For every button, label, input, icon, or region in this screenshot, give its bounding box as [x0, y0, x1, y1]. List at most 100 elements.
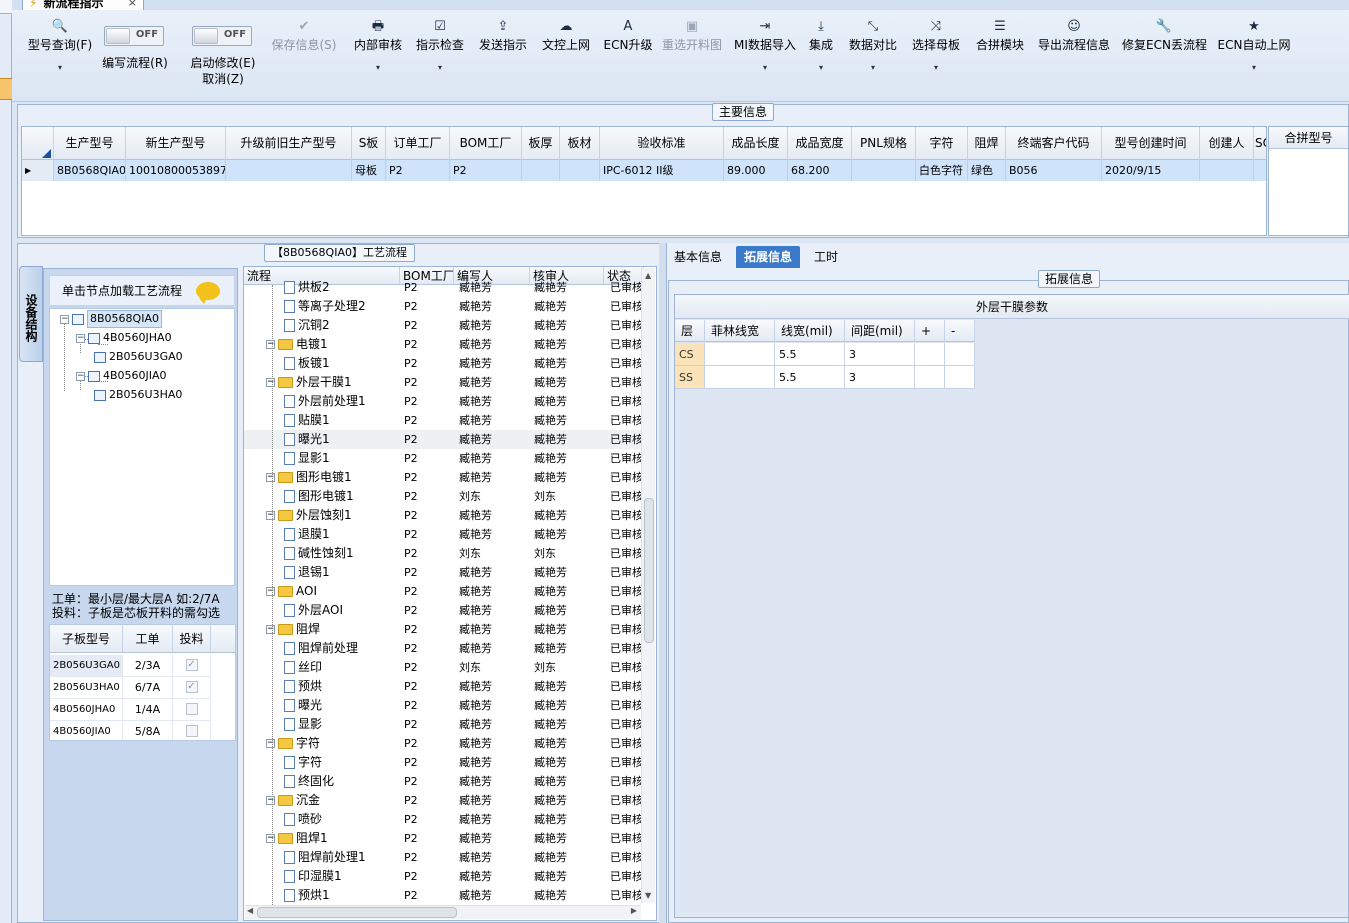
flow-row[interactable]: 阻焊前处理1 P2 臧艳芳 臧艳芳 已审核 [244, 848, 644, 867]
main-cell[interactable]: 8B0568QIA0 [54, 160, 126, 181]
tree-node[interactable]: − 4B0560JHA0 [76, 330, 172, 346]
flow-row[interactable]: − 图形电镀1 P2 臧艳芳 臧艳芳 已审核 [244, 468, 644, 487]
sub-feed-cell[interactable]: ✓ [173, 655, 211, 677]
toolbar-button-save[interactable]: ✔ 保存信息(S) [268, 20, 340, 98]
dry-film-column-header[interactable]: 层 [675, 320, 705, 342]
flow-name-cell[interactable]: 外层前处理1 [284, 392, 400, 411]
sub-column-header[interactable]: 子板型号 [50, 625, 123, 653]
sub-order-cell[interactable]: 6/7A [123, 677, 173, 699]
feed-checkbox[interactable]: ✓ [185, 681, 198, 693]
dry-film-film-cell[interactable] [705, 343, 775, 366]
main-cell[interactable] [1200, 160, 1254, 181]
flow-row[interactable]: 曝光1 P2 臧艳芳 臧艳芳 已审核 [244, 430, 644, 449]
toolbar-button-export[interactable]: ☺ 导出流程信息 [1034, 20, 1114, 98]
toolbar-button-query[interactable]: 🔍 型号查询(F) ▾ [24, 20, 96, 98]
flow-row[interactable]: 外层前处理1 P2 臧艳芳 臧艳芳 已审核 [244, 392, 644, 411]
flow-row[interactable]: − 电镀1 P2 臧艳芳 臧艳芳 已审核 [244, 335, 644, 354]
column-header[interactable]: 成品宽度 [788, 127, 852, 160]
chevron-down-icon[interactable]: ▾ [808, 63, 834, 72]
chevron-down-icon[interactable]: ▾ [1216, 63, 1292, 72]
column-header[interactable]: 字符 [916, 127, 968, 160]
flow-name-cell[interactable]: 字符 [284, 753, 400, 772]
main-cell[interactable] [852, 160, 916, 181]
toolbar-button-compare[interactable]: ⤡ 数据对比 ▾ [846, 20, 900, 98]
close-icon[interactable]: × [128, 0, 137, 9]
column-header[interactable]: 升级前旧生产型号 [226, 127, 352, 160]
flow-name-cell[interactable]: 预烘1 [284, 886, 400, 905]
tree-node[interactable]: − 4B0560JIA0 [76, 368, 167, 384]
structure-vertical-tab[interactable]: 设备结构 [19, 266, 43, 362]
flow-row[interactable]: − 阻焊1 P2 臧艳芳 臧艳芳 已审核 [244, 829, 644, 848]
left-strip-marker[interactable] [0, 78, 12, 100]
feed-checkbox[interactable] [185, 703, 198, 715]
main-cell[interactable]: 68.200 [788, 160, 852, 181]
flow-name-cell[interactable]: 终固化 [284, 772, 400, 791]
flow-name-cell[interactable]: 喷砂 [284, 810, 400, 829]
flow-row[interactable]: 预烘1 P2 臧艳芳 臧艳芳 已审核 [244, 886, 644, 905]
flow-name-cell[interactable]: 等离子处理2 [284, 297, 400, 316]
flow-row[interactable]: 退膜1 P2 臧艳芳 臧艳芳 已审核 [244, 525, 644, 544]
flow-row[interactable]: − 沉金 P2 臧艳芳 臧艳芳 已审核 [244, 791, 644, 810]
sub-model-cell[interactable]: 4B0560JIA0 [50, 721, 123, 740]
column-header[interactable]: 成品长度 [724, 127, 788, 160]
column-header[interactable]: 板材 [560, 127, 600, 160]
toggle-modify[interactable]: OFF [192, 26, 252, 46]
toolbar-button-send[interactable]: ⇪ 发送指示 [474, 20, 532, 98]
dry-film-remove-cell[interactable] [945, 343, 975, 366]
toolbar-button-mother[interactable]: ⤨ 选择母板 ▾ [908, 20, 964, 98]
collapse-icon[interactable]: − [266, 473, 275, 482]
sub-column-header[interactable]: 投料 [173, 625, 211, 653]
column-header[interactable]: 终端客户代码 [1006, 127, 1102, 160]
flow-name-cell[interactable]: − 外层蚀刻1 [266, 506, 400, 525]
flow-row[interactable]: 等离子处理2 P2 臧艳芳 臧艳芳 已审核 [244, 297, 644, 316]
right-tab-2[interactable]: 工时 [806, 246, 846, 268]
left-strip-button[interactable] [0, 0, 12, 14]
column-header[interactable]: S板 [352, 127, 386, 160]
toolbar-button-cutmap[interactable]: ▣ 重选开料图 [660, 20, 724, 98]
collapse-icon[interactable]: − [60, 314, 69, 324]
flow-name-cell[interactable]: 图形电镀1 [284, 487, 400, 506]
cancel-label[interactable]: 取消(Z) [184, 70, 262, 87]
sub-feed-cell[interactable] [173, 699, 211, 721]
scroll-thumb[interactable] [644, 498, 654, 643]
main-cell[interactable]: 10010800053897 [126, 160, 226, 181]
flow-row[interactable]: − AOI P2 臧艳芳 臧艳芳 已审核 [244, 582, 644, 601]
flow-name-cell[interactable]: 曝光1 [284, 430, 400, 449]
toolbar-button-merge[interactable]: ☰ 合拼模块 [972, 20, 1028, 98]
flow-name-cell[interactable]: − 沉金 [266, 791, 400, 810]
sub-model-cell[interactable]: 2B056U3HA0 [50, 677, 123, 699]
sub-order-cell[interactable]: 5/8A [123, 721, 173, 740]
dry-film-remove-cell[interactable] [945, 366, 975, 389]
column-header[interactable]: 生产型号 [54, 127, 126, 160]
sub-model-cell[interactable]: 4B0560JHA0 [50, 699, 123, 721]
tree-node[interactable]: 2B056U3GA0 [94, 349, 183, 365]
dry-film-spacing-cell[interactable]: 3 [845, 343, 915, 366]
collapse-icon[interactable]: − [266, 378, 275, 387]
flow-name-cell[interactable]: − 阻焊1 [266, 829, 400, 848]
scroll-right-icon[interactable]: ▶ [631, 906, 637, 915]
scroll-down-icon[interactable]: ▼ [645, 891, 651, 900]
column-header[interactable]: 板厚 [522, 127, 560, 160]
flow-row[interactable]: − 外层干膜1 P2 臧艳芳 臧艳芳 已审核 [244, 373, 644, 392]
scroll-left-icon[interactable]: ◀ [247, 906, 253, 915]
collapse-icon[interactable]: − [266, 625, 275, 634]
collapse-icon[interactable]: − [266, 587, 275, 596]
sub-column-header[interactable]: 工单 [123, 625, 173, 653]
column-header[interactable]: 订单工厂 [386, 127, 450, 160]
toolbar-button-autoup[interactable]: ★ ECN自动上网 ▾ [1216, 20, 1292, 98]
dry-film-spacing-cell[interactable]: 3 [845, 366, 915, 389]
flow-vertical-scrollbar[interactable]: ▲ ▼ [641, 268, 655, 903]
flow-row[interactable]: 丝印 P2 刘东 刘东 已审核 [244, 658, 644, 677]
sub-feed-cell[interactable] [173, 721, 211, 740]
toolbar-button-upload[interactable]: ☁ 文控上网 [538, 20, 594, 98]
flow-name-cell[interactable]: 贴膜1 [284, 411, 400, 430]
main-cell[interactable]: B056 [1006, 160, 1102, 181]
flow-row[interactable]: 碱性蚀刻1 P2 刘东 刘东 已审核 [244, 544, 644, 563]
sub-feed-cell[interactable]: ✓ [173, 677, 211, 699]
collapse-icon[interactable]: − [76, 371, 85, 381]
flow-row[interactable]: − 阻焊 P2 臧艳芳 臧艳芳 已审核 [244, 620, 644, 639]
flow-row[interactable]: 贴膜1 P2 臧艳芳 臧艳芳 已审核 [244, 411, 644, 430]
flow-name-cell[interactable]: − 阻焊 [266, 620, 400, 639]
flow-name-cell[interactable]: − 外层干膜1 [266, 373, 400, 392]
dry-film-column-header[interactable]: 线宽(mil) [775, 320, 845, 342]
